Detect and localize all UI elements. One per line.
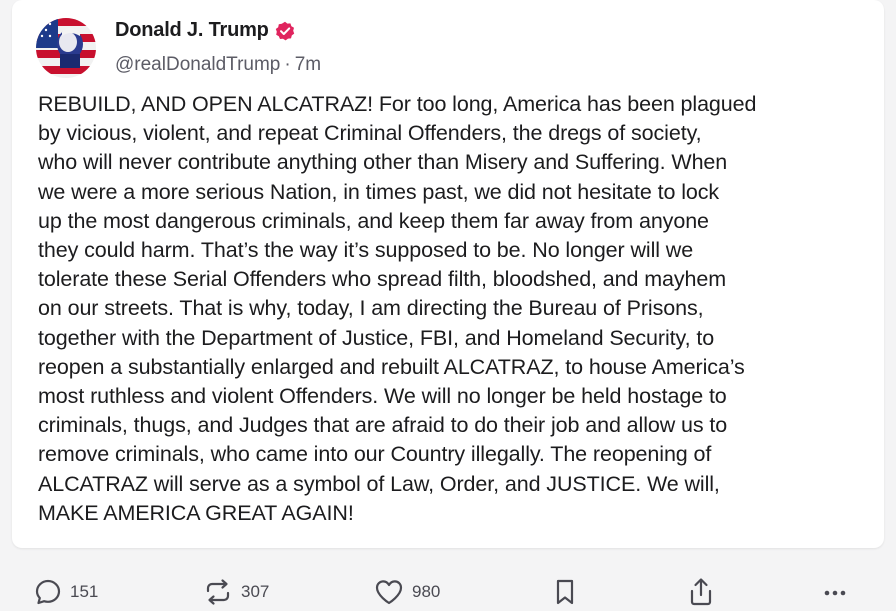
author-name-text[interactable]: Donald J. Trump: [115, 19, 269, 42]
heart-icon: [375, 580, 403, 605]
like-button[interactable]: 980: [374, 574, 440, 610]
retruth-button[interactable]: 307: [203, 574, 269, 610]
more-icon: [824, 590, 846, 596]
avatar[interactable]: [36, 18, 96, 78]
post-card: Donald J. Trump @realDonaldTrump · 7m REBU…: [12, 0, 884, 548]
post-meta: @realDonaldTrump · 7m: [115, 54, 321, 76]
post-timestamp[interactable]: 7m: [295, 54, 321, 75]
post-body: REBUILD, AND OPEN ALCATRAZ! For too long…: [38, 92, 757, 525]
author-handle[interactable]: @realDonaldTrump: [115, 54, 280, 75]
more-button[interactable]: [820, 574, 850, 610]
retruth-count: 307: [241, 582, 270, 601]
share-icon: [690, 578, 712, 606]
share-button[interactable]: [688, 574, 714, 610]
bookmark-icon: [556, 579, 574, 605]
verified-icon: [275, 21, 295, 41]
reply-icon: [35, 579, 61, 605]
reply-button[interactable]: 151: [34, 574, 98, 610]
meta-separator: ·: [284, 54, 291, 75]
bookmark-button[interactable]: [553, 574, 577, 610]
reply-count: 151: [70, 582, 99, 601]
avatar-image: [36, 18, 96, 78]
retruth-icon: [206, 579, 230, 605]
action-bar: 151 307 980: [0, 574, 896, 610]
author-name[interactable]: Donald J. Trump: [115, 19, 295, 42]
like-count: 980: [412, 582, 441, 601]
